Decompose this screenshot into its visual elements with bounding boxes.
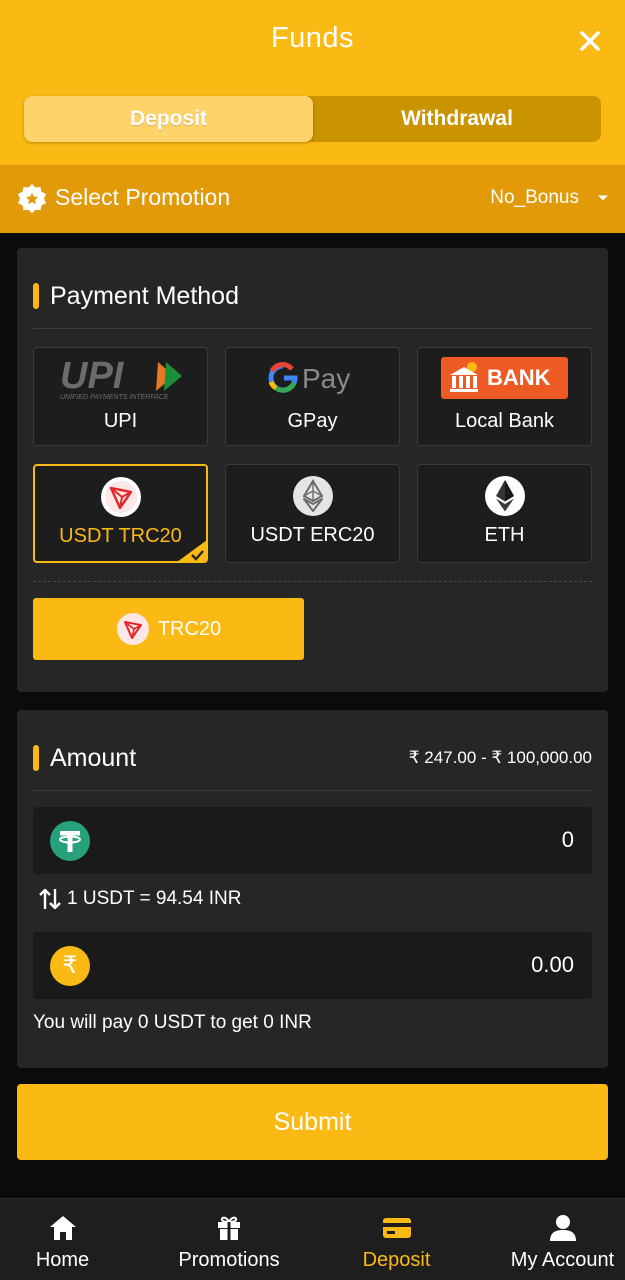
caret-down-icon	[598, 195, 608, 201]
promotion-bar: Select Promotion No_Bonus	[0, 165, 625, 233]
promotion-dropdown[interactable]: No_Bonus	[490, 187, 609, 209]
bank-logo: BANK	[441, 357, 568, 399]
nav-label: Deposit	[362, 1249, 431, 1271]
funds-header: Funds Deposit Withdrawal	[0, 0, 625, 165]
inr-amount-value: 0.00	[531, 952, 574, 977]
method-usdt-erc20[interactable]: USDT ERC20	[225, 464, 400, 563]
payment-method-heading: Payment Method	[33, 280, 239, 312]
amount-card: Amount ₹ 247.00 - ₹ 100,000.00 0 1 USDT …	[17, 710, 608, 1068]
user-icon	[549, 1215, 576, 1241]
amount-title: Amount	[50, 743, 137, 772]
selected-check-icon	[178, 540, 206, 561]
tether-icon	[50, 821, 90, 861]
method-gpay[interactable]: Pay GPay	[225, 347, 400, 446]
upi-logo-subtext: UNIFIED PAYMENTS INTERFACE	[60, 394, 169, 401]
tab-withdrawal[interactable]: Withdrawal	[313, 96, 601, 142]
method-local-bank[interactable]: BANK Local Bank	[417, 347, 592, 446]
usdt-amount-value: 0	[561, 827, 574, 852]
swap-arrows-icon	[39, 888, 61, 910]
nav-label: Promotions	[178, 1249, 280, 1271]
method-label: UPI	[103, 410, 138, 432]
card-icon	[382, 1218, 411, 1238]
gift-icon	[218, 1216, 240, 1240]
nav-label: My Account	[510, 1249, 615, 1271]
method-usdt-trc20[interactable]: USDT TRC20	[33, 464, 208, 563]
payment-method-card: Payment Method UPI UNIFIED PAYMENTS INTE…	[17, 248, 608, 692]
ethereum-icon	[292, 476, 333, 516]
method-label: GPay	[287, 410, 338, 432]
close-icon[interactable]	[573, 24, 607, 58]
promotion-selected-value: No_Bonus	[490, 187, 579, 208]
bank-logo-text: BANK	[487, 365, 551, 390]
usdt-amount-input[interactable]: 0	[33, 807, 592, 874]
nav-my-account[interactable]: My Account	[500, 1199, 625, 1280]
divider	[33, 328, 592, 329]
tron-icon	[116, 613, 149, 645]
upi-logo: UPI UNIFIED PAYMENTS INTERFACE	[60, 355, 182, 401]
gpay-logo-text: Pay	[302, 363, 350, 394]
amount-heading: Amount	[33, 742, 136, 774]
badge-star-icon	[18, 184, 46, 214]
gpay-logo: Pay	[268, 362, 350, 394]
method-label: Local Bank	[455, 410, 554, 432]
nav-home[interactable]: Home	[0, 1199, 125, 1280]
nav-promotions[interactable]: Promotions	[159, 1199, 299, 1280]
network-trc20-button[interactable]: TRC20	[33, 598, 304, 660]
divider	[33, 790, 592, 791]
conversion-note: You will pay 0 USDT to get 0 INR	[33, 1012, 312, 1033]
home-icon	[49, 1216, 76, 1240]
upi-logo-text: UPI	[60, 355, 125, 397]
tron-icon	[100, 477, 141, 517]
deposit-withdrawal-tabs: Deposit Withdrawal	[24, 96, 601, 142]
bank-building-icon	[450, 362, 478, 392]
dashed-divider	[33, 581, 592, 582]
page-title: Funds	[270, 22, 355, 54]
nav-deposit[interactable]: Deposit	[334, 1199, 459, 1280]
rupee-icon: ₹	[50, 946, 90, 986]
promotion-label: Select Promotion	[55, 184, 231, 210]
method-upi[interactable]: UPI UNIFIED PAYMENTS INTERFACE UPI	[33, 347, 208, 446]
submit-button[interactable]: Submit	[17, 1084, 608, 1160]
amount-range: ₹ 247.00 - ₹ 100,000.00	[408, 748, 592, 767]
heading-accent-bar	[33, 283, 39, 309]
ethereum-icon	[484, 476, 525, 516]
method-eth[interactable]: ETH	[417, 464, 592, 563]
tab-deposit[interactable]: Deposit	[24, 96, 313, 142]
method-label: ETH	[484, 524, 525, 546]
nav-label: Home	[35, 1249, 90, 1271]
exchange-rate: 1 USDT = 94.54 INR	[37, 887, 241, 911]
payment-method-title: Payment Method	[50, 281, 239, 310]
network-label: TRC20	[157, 617, 222, 640]
method-label: USDT ERC20	[250, 524, 375, 546]
heading-accent-bar	[33, 745, 39, 771]
inr-amount-input[interactable]: ₹ 0.00	[33, 932, 592, 999]
bottom-nav: Home Promotions Deposit My Account	[0, 1198, 625, 1280]
exchange-rate-text: 1 USDT = 94.54 INR	[67, 888, 242, 909]
